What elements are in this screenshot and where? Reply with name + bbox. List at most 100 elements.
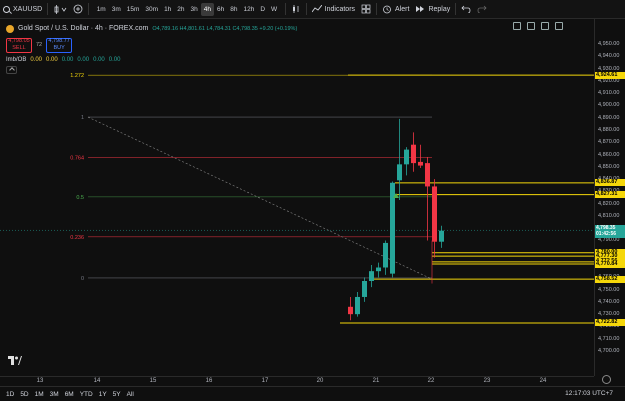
indicator-name: Imb/OB [6,57,27,63]
range-button-all[interactable]: All [127,391,134,398]
alarm-clock-icon [383,5,391,14]
divider [305,3,307,15]
undo-button[interactable] [458,0,474,19]
price-tick: 4,710.00 [598,335,620,342]
fib-level-label: 0.236 [70,235,84,241]
buy-label: BUY [53,45,65,51]
maximize-icon[interactable] [541,22,549,30]
time-tick: 22 [427,378,435,384]
alert-button[interactable]: Alert [379,0,412,19]
timeframe-4h[interactable]: 4h [201,2,214,16]
indicators-label: Indicators [324,5,356,13]
settings-icon[interactable] [513,22,521,30]
timeframe-1h[interactable]: 1h [162,3,174,16]
timeframe-3m[interactable]: 3m [109,3,123,16]
redo-button[interactable] [474,0,490,19]
tradingview-logo-icon[interactable] [8,356,22,368]
undo-icon [461,5,471,13]
range-button-3m[interactable]: 3M [50,391,59,398]
price-level-label: 4,758.52 [595,275,625,283]
timeframe-w[interactable]: W [269,3,280,16]
range-button-1d[interactable]: 1D [6,391,14,398]
price-tick: 4,930.00 [598,65,620,72]
replay-button[interactable]: Replay [412,0,453,19]
price-tick: 4,820.00 [598,200,620,207]
symbol-name: XAUUSD [13,5,43,13]
timeframe-30m[interactable]: 30m [143,3,161,16]
layout-button[interactable] [358,0,374,19]
price-tick: 4,700.00 [598,348,620,354]
candle-body [369,271,374,282]
time-tick: 15 [149,378,157,384]
fib-level-label: 1 [81,115,84,121]
indicator-legend[interactable]: Imb/OB 0.00 0.00 0.00 0.00 0.00 0.00 [6,57,297,63]
timeframe-2h[interactable]: 2h [175,3,187,16]
timeframe-1m[interactable]: 1m [94,3,108,16]
close-pane-icon[interactable] [555,22,563,30]
indicators-icon [311,5,322,13]
range-button-1m[interactable]: 1M [35,391,44,398]
price-axis[interactable]: 4,950.00 4,940.00 4,930.00 4,920.00 4,910.00… [594,19,625,376]
indicator-value: 0.00 [30,57,43,63]
candle-body [411,144,416,164]
range-button-6m[interactable]: 6M [65,391,74,398]
time-tick: 17 [261,378,269,384]
fib-level-label: 0 [81,276,84,282]
divider [284,3,286,15]
trade-buttons: 4,798.05 SELL 72 4,798.77 BUY [6,36,297,54]
price-tick: 4,940.00 [598,53,620,60]
indicator-value: 0.00 [77,57,90,63]
screenshot-icon[interactable] [527,22,535,30]
bar-countdown: 01:42:56 [596,231,617,238]
time-tick: 14 [93,378,101,384]
timeframe-d[interactable]: D [258,3,268,16]
timeframe-6h[interactable]: 6h [215,3,227,16]
fib-level-label: 0.764 [70,156,84,162]
candle-body [362,281,367,297]
legend-title[interactable]: Gold Spot / U.S. Dollar · 4h · FOREX.com [18,25,148,32]
buy-button[interactable]: 4,798.77 BUY [46,37,73,53]
legend-title-row: Gold Spot / U.S. Dollar · 4h · FOREX.com… [6,23,297,34]
time-axis[interactable]: 13 14 15 16 17 20 21 22 23 24 [0,376,594,386]
buy-price: 4,798.77 [48,38,70,44]
replay-icon [416,6,425,12]
scroll-to-latest-button[interactable] [602,375,611,384]
range-button-1y[interactable]: 1Y [99,391,107,398]
clock-timezone[interactable]: 12:17:03 UTC+7 [565,390,613,397]
chart-tools [513,22,563,30]
timeframe-3h[interactable]: 3h [188,3,200,16]
timeframe-12h[interactable]: 12h [241,3,257,16]
chart-legend: Gold Spot / U.S. Dollar · 4h · FOREX.com… [6,23,297,74]
bar-style-button[interactable] [288,0,304,19]
redo-icon [477,5,487,13]
symbol-search[interactable]: XAUUSD [0,0,45,19]
timeframe-8h[interactable]: 8h [228,3,240,16]
indicator-value: 0.00 [108,57,121,63]
add-compare-button[interactable] [70,0,86,19]
replay-label: Replay [428,5,451,13]
alert-label: Alert [395,5,410,13]
sell-button[interactable]: 4,798.05 SELL [6,37,32,53]
price-tick: 4,890.00 [598,114,620,121]
candle-body [383,242,388,268]
candle-body [425,163,430,187]
candle-body [404,149,409,165]
gold-logo-icon [6,24,14,33]
range-button-ytd[interactable]: YTD [80,391,93,398]
indicators-button[interactable]: Indicators [309,0,358,19]
fib-level-label: 0.5 [76,195,84,201]
candle-body [355,296,360,315]
time-tick: 23 [483,378,491,384]
timeframe-15m[interactable]: 15m [124,3,142,16]
price-tick: 4,750.00 [598,286,620,293]
top-toolbar: XAUUSD 1m 3m 15m 30m 1h 2h 3h 4h 6h 8h 12h D W Indic… [0,0,625,19]
price-tick: 4,850.00 [598,163,620,170]
indicator-value: 0.00 [93,57,105,63]
collapse-legend-button[interactable] [6,66,17,74]
range-button-5d[interactable]: 5D [20,391,28,398]
price-tick: 4,810.00 [598,212,620,219]
indicator-value: 0.00 [46,57,58,63]
price-level-label: 4,924.61 [595,71,625,79]
chart-type-button[interactable] [50,0,70,19]
range-button-5y[interactable]: 5Y [113,391,121,398]
